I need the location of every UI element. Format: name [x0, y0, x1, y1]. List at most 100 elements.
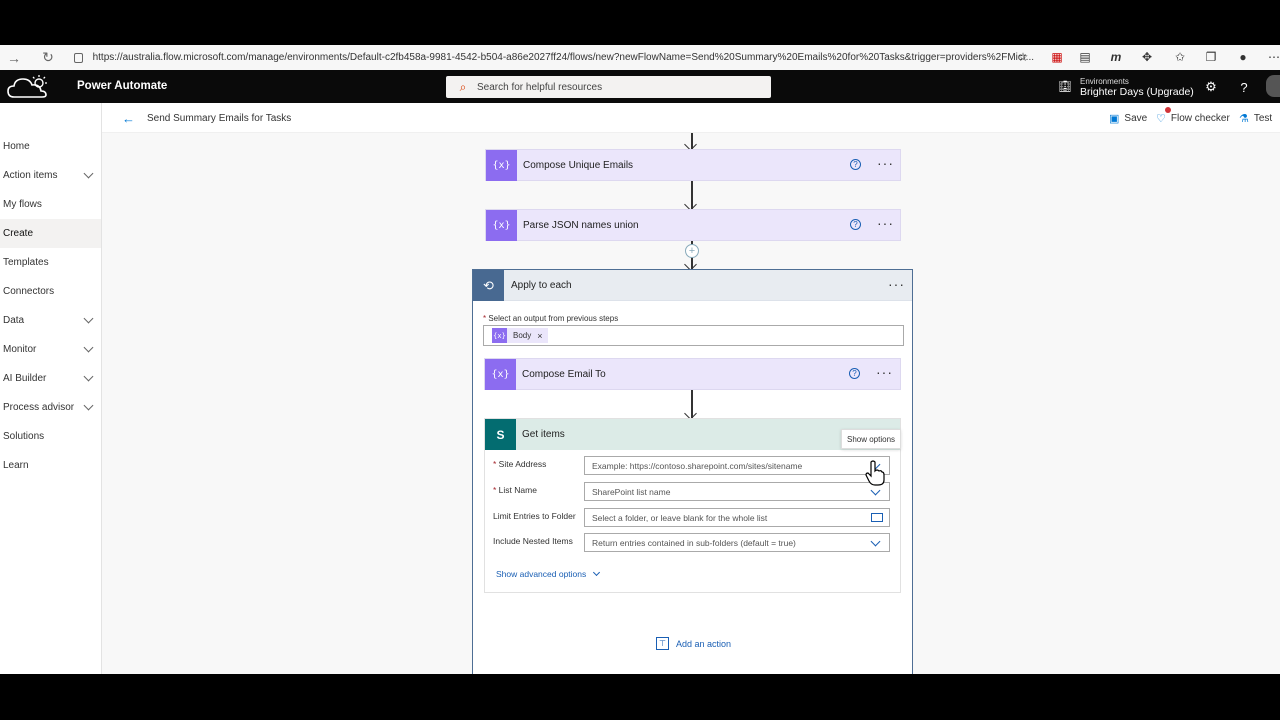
nested-items-value: Return entries contained in sub-folders … — [592, 537, 796, 548]
connector-arrow — [691, 181, 693, 209]
insert-step-plus-icon[interactable]: + — [685, 244, 699, 258]
site-address-placeholder: Example: https://contoso.sharepoint.com/… — [592, 460, 803, 471]
list-name-label: * List Name — [493, 485, 537, 495]
chevron-down-icon[interactable] — [83, 371, 94, 382]
more-options-icon[interactable]: ··· — [888, 277, 905, 291]
connector-arrow — [691, 133, 693, 149]
chevron-down-icon[interactable] — [83, 168, 94, 179]
chevron-down-icon[interactable] — [870, 536, 881, 547]
show-advanced-options-link[interactable]: Show advanced options — [496, 568, 601, 579]
nav-item-home[interactable]: Home — [0, 132, 101, 161]
nav-label: Connectors — [3, 286, 55, 297]
more-options-icon[interactable]: ··· — [877, 156, 894, 170]
back-arrow-icon[interactable]: ← — [122, 111, 135, 126]
site-address-input[interactable]: Example: https://contoso.sharepoint.com/… — [584, 456, 890, 475]
designer-toolbar: ← Send Summary Emails for Tasks ▣ Save ♡ F… — [102, 103, 1280, 133]
nav-item-connectors[interactable]: Connectors — [0, 277, 101, 306]
cloud-logo-icon[interactable] — [6, 73, 52, 101]
add-action-label: Add an action — [676, 638, 732, 649]
compose-email-to-card[interactable]: {x} Compose Email To ? ··· — [484, 358, 901, 390]
body-token[interactable]: {x} Body × — [492, 328, 548, 343]
profile-icon[interactable]: ● — [1233, 47, 1253, 67]
nav-label: Learn — [3, 460, 29, 471]
list-name-input[interactable]: SharePoint list name — [584, 482, 890, 501]
action-title: Get items — [522, 429, 565, 440]
compose-unique-emails-card[interactable]: {x} Compose Unique Emails ? ··· — [485, 149, 901, 181]
m-extension-icon[interactable]: m — [1106, 47, 1126, 67]
parse-json-card[interactable]: {x} Parse JSON names union ? ··· — [485, 209, 901, 241]
chevron-down-icon[interactable] — [83, 342, 94, 353]
help-circle-icon[interactable]: ? — [850, 219, 861, 230]
nav-label: Action items — [3, 170, 58, 181]
save-icon: ▣ — [1109, 113, 1120, 125]
app-name[interactable]: Power Automate — [77, 80, 167, 92]
remove-token-icon[interactable]: × — [537, 331, 542, 341]
folder-icon[interactable] — [871, 513, 883, 522]
favorites-icon[interactable]: ✩ — [1170, 47, 1190, 67]
nav-label: My flows — [3, 199, 42, 210]
nav-item-create[interactable]: Create — [0, 219, 101, 248]
search-icon: ⌕ — [459, 79, 467, 94]
get-items-header[interactable]: S Get items — [485, 419, 900, 450]
collections-icon[interactable]: ❐ — [1201, 47, 1221, 67]
forward-icon[interactable]: → — [4, 48, 24, 68]
lock-icon — [74, 52, 83, 63]
settings-gear-icon[interactable]: ⚙ — [1202, 78, 1220, 96]
sharepoint-icon: S — [485, 419, 516, 450]
flow-checker-button[interactable]: ♡ Flow checker — [1156, 112, 1230, 125]
favorite-star-icon[interactable]: ☆ — [1013, 47, 1033, 67]
get-items-card: S Get items * Site Address Example: http… — [484, 418, 901, 593]
nested-items-select[interactable]: Return entries contained in sub-folders … — [584, 533, 890, 552]
nav-item-data[interactable]: Data — [0, 306, 101, 335]
refresh-icon[interactable]: ↻ — [38, 48, 58, 68]
connector-arrow — [691, 390, 693, 418]
flask-icon: ⚗ — [1239, 113, 1249, 125]
chevron-down-icon[interactable] — [83, 313, 94, 324]
apply-to-each-header[interactable]: ⟲ Apply to each ··· — [473, 270, 912, 301]
save-button[interactable]: ▣ Save — [1109, 112, 1147, 125]
help-circle-icon[interactable]: ? — [849, 368, 860, 379]
nav-item-ai-builder[interactable]: AI Builder — [0, 364, 101, 393]
environment-picker[interactable]: 🏢︎ Environments Brighter Days (Upgrade) — [1058, 73, 1194, 101]
building-icon: 🏢︎ — [1058, 81, 1072, 93]
calendar-extension-icon[interactable]: ▦ — [1047, 47, 1067, 67]
compose-icon: {x} — [492, 328, 507, 343]
limit-folder-label: Limit Entries to Folder — [493, 511, 576, 521]
nav-label: Templates — [3, 257, 49, 268]
test-label: Test — [1253, 113, 1273, 124]
scope-title: Apply to each — [511, 280, 572, 291]
compose-icon: {x} — [486, 149, 517, 181]
test-button[interactable]: ⚗ Test — [1239, 112, 1272, 125]
screen: → ↻ https://australia.flow.microsoft.com… — [0, 0, 1280, 720]
nav-item-learn[interactable]: Learn — [0, 451, 101, 480]
more-menu-icon[interactable]: ⋯ — [1264, 47, 1280, 67]
help-circle-icon[interactable]: ? — [850, 159, 861, 170]
add-an-action-button[interactable]: ⊤ Add an action — [656, 637, 731, 650]
url-text: https://australia.flow.microsoft.com/man… — [92, 52, 1034, 63]
nav-item-monitor[interactable]: Monitor — [0, 335, 101, 364]
chevron-down-icon[interactable] — [83, 400, 94, 411]
select-output-input[interactable]: {x} Body × — [483, 325, 904, 346]
more-options-icon[interactable]: ··· — [876, 365, 893, 379]
nav-item-my-flows[interactable]: My flows — [0, 190, 101, 219]
address-bar[interactable]: https://australia.flow.microsoft.com/man… — [72, 49, 1034, 66]
save-label: Save — [1124, 113, 1148, 124]
help-icon[interactable]: ? — [1235, 78, 1253, 96]
limit-folder-input[interactable]: Select a folder, or leave blank for the … — [584, 508, 890, 527]
action-title: Compose Unique Emails — [523, 159, 634, 171]
add-action-icon: ⊤ — [656, 637, 669, 650]
nav-item-action-items[interactable]: Action items — [0, 161, 101, 190]
flow-title[interactable]: Send Summary Emails for Tasks — [147, 113, 291, 124]
nested-items-label: Include Nested Items — [493, 536, 573, 546]
puzzle-icon[interactable]: ✥ — [1137, 47, 1157, 67]
search-box[interactable]: ⌕ Search for helpful resources — [446, 76, 771, 98]
extension-icon[interactable]: ▤ — [1075, 47, 1095, 67]
nav-item-process-advisor[interactable]: Process advisor — [0, 393, 101, 422]
avatar[interactable] — [1266, 75, 1280, 97]
nav-item-solutions[interactable]: Solutions — [0, 422, 101, 451]
action-title: Parse JSON names union — [523, 219, 639, 231]
more-options-icon[interactable]: ··· — [877, 216, 894, 230]
site-address-label: * Site Address — [493, 459, 547, 469]
chevron-down-icon[interactable] — [870, 485, 881, 496]
nav-item-templates[interactable]: Templates — [0, 248, 101, 277]
